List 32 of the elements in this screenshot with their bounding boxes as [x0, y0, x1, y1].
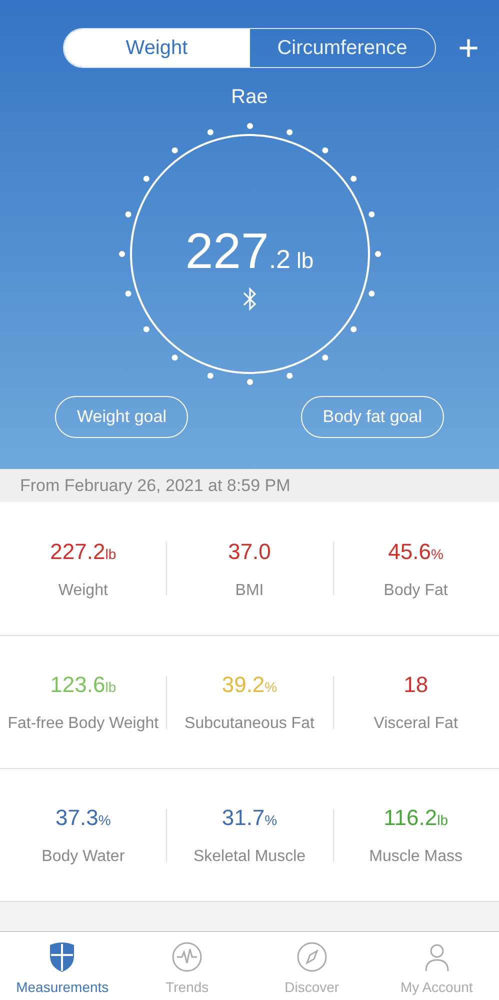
metric-value: 18: [404, 671, 428, 699]
metric-label: Body Water: [42, 847, 125, 867]
metric-label: Subcutaneous Fat: [184, 714, 314, 734]
segment-tab[interactable]: Weight: [64, 29, 250, 67]
metric-value: 45.6%: [388, 538, 444, 566]
metric-value: 37.3%: [56, 804, 111, 832]
tab-bar-item[interactable]: My Account: [374, 932, 499, 1000]
add-button[interactable]: +: [458, 30, 480, 66]
tab-bar-item[interactable]: Measurements: [0, 932, 125, 1000]
tab-bar-item[interactable]: Trends: [124, 932, 250, 1000]
bluetooth-icon: [242, 286, 258, 312]
segment-tab[interactable]: Circumference: [250, 29, 435, 67]
metric-value: 31.7%: [222, 804, 278, 832]
metric-value: 227.2lb: [50, 538, 116, 566]
goal-button[interactable]: Body fat goal: [300, 396, 444, 438]
metric-label: BMI: [235, 580, 264, 600]
metric-value: 39.2%: [222, 671, 278, 699]
tab-bar-item[interactable]: Discover: [250, 932, 374, 1000]
pulse-icon: [171, 940, 204, 974]
compass-icon: [296, 940, 328, 974]
goal-button[interactable]: Weight goal: [55, 396, 188, 438]
metric-label: Muscle Mass: [369, 847, 462, 867]
metric-value: 123.6lb: [50, 671, 116, 699]
metric-label: Fat-free Body Weight: [8, 714, 159, 734]
user-name: Rae: [231, 85, 268, 110]
metric-label: Visceral Fat: [374, 714, 458, 734]
weight-reading: 227.2 lb: [184, 222, 315, 281]
metric-label: Skeletal Muscle: [193, 847, 306, 867]
metric-label: Weight: [58, 580, 108, 600]
metric-value: 116.2lb: [384, 804, 448, 832]
metric-label: Body Fat: [384, 580, 448, 600]
metric-value: 37.0: [228, 538, 271, 566]
